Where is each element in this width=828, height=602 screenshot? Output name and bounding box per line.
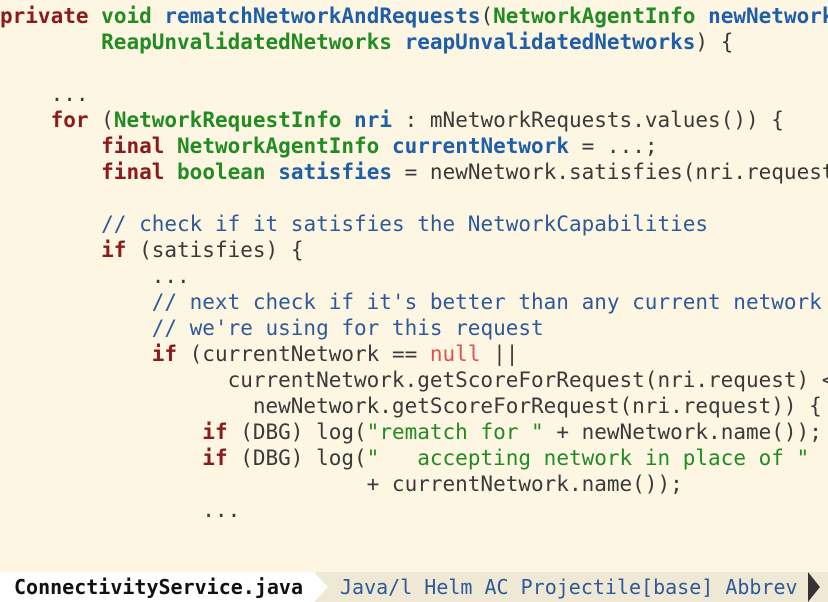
code-token: nri xyxy=(354,108,392,132)
code-token: ReapUnvalidatedNetworks xyxy=(101,30,392,54)
code-token: if xyxy=(151,342,178,366)
code-token: rematchNetworkAndRequests xyxy=(164,4,481,28)
code-token: NetworkAgentInfo xyxy=(177,134,380,158)
code-line[interactable]: ReapUnvalidatedNetworks reapUnvalidatedN… xyxy=(0,29,733,55)
code-line[interactable]: final NetworkAgentInfo currentNetwork = … xyxy=(0,133,658,159)
code-line[interactable]: // next check if it's better than any cu… xyxy=(0,289,822,315)
code-token: + newNetwork.name()); xyxy=(543,420,822,444)
code-token: (satisfies) { xyxy=(126,238,304,262)
code-token: ( xyxy=(480,4,494,28)
code-token: newNetwork xyxy=(708,4,828,28)
code-token: ... xyxy=(0,82,89,106)
code-token: (DBG) log( xyxy=(227,446,367,470)
code-line[interactable]: if (DBG) log(" accepting network in plac… xyxy=(0,445,809,471)
powerline-separator-icon xyxy=(314,572,328,602)
code-line[interactable]: final boolean satisfies = newNetwork.sat… xyxy=(0,159,828,185)
code-line[interactable]: ... xyxy=(0,263,190,289)
code-line[interactable]: if (currentNetwork == null || xyxy=(0,341,519,367)
code-token: " accepting network in place of " xyxy=(366,446,810,470)
code-token: if xyxy=(202,446,228,470)
code-token: ... xyxy=(0,264,190,288)
code-token: currentNetwork.getScoreForRequest(nri.re… xyxy=(0,368,828,392)
code-token: ... xyxy=(0,498,241,522)
code-line[interactable]: for (NetworkRequestInfo nri : mNetworkRe… xyxy=(0,107,784,133)
code-token: // we're using for this request xyxy=(151,316,544,340)
code-editor[interactable]: private void rematchNetworkAndRequests(N… xyxy=(0,0,828,570)
code-token: newNetwork.getScoreForRequest(nri.reques… xyxy=(0,394,822,418)
powerline-end-icon xyxy=(808,572,820,602)
code-token: if xyxy=(101,238,127,262)
code-line[interactable]: ... xyxy=(0,81,89,107)
code-line[interactable]: currentNetwork.getScoreForRequest(nri.re… xyxy=(0,367,828,393)
code-line[interactable]: + currentNetwork.name()); xyxy=(0,471,683,497)
code-line[interactable]: // we're using for this request xyxy=(0,315,544,341)
code-token: // next check if it's better than any cu… xyxy=(151,290,822,314)
code-token: || xyxy=(480,342,519,366)
code-line[interactable]: // check if it satisfies the NetworkCapa… xyxy=(0,211,708,237)
code-token: satisfies xyxy=(278,160,392,184)
code-token: reapUnvalidatedNetworks xyxy=(404,30,696,54)
code-token: NetworkRequestInfo xyxy=(113,108,342,132)
code-token: private xyxy=(0,4,89,28)
code-token: if xyxy=(202,420,228,444)
code-line[interactable]: if (satisfies) { xyxy=(0,237,303,263)
code-line[interactable]: newNetwork.getScoreForRequest(nri.reques… xyxy=(0,393,822,419)
code-token: null xyxy=(429,342,481,366)
code-token: final xyxy=(101,134,165,158)
buffer-filename[interactable]: ConnectivityService.java xyxy=(0,572,315,602)
code-line[interactable]: if (DBG) log("rematch for " + newNetwork… xyxy=(0,419,822,445)
code-line[interactable]: private void rematchNetworkAndRequests(N… xyxy=(0,3,828,29)
code-token: = ...; xyxy=(569,134,658,158)
code-token: ) { xyxy=(695,30,734,54)
code-token: void xyxy=(101,4,152,28)
mode-line: ConnectivityService.java Java/l Helm AC … xyxy=(0,572,828,602)
code-line[interactable]: ... xyxy=(0,497,240,523)
code-token: final xyxy=(101,160,165,184)
code-token: currentNetwork xyxy=(391,134,569,158)
code-token: ( xyxy=(88,108,114,132)
code-token: boolean xyxy=(177,160,266,184)
code-token: : mNetworkRequests.values()) { xyxy=(391,108,784,132)
code-token: = newNetwork.satisfies(nri.request); xyxy=(392,160,828,184)
code-token: + currentNetwork.name()); xyxy=(0,472,683,496)
code-token: (currentNetwork == xyxy=(177,342,430,366)
code-token: (DBG) log( xyxy=(227,420,367,444)
code-token: NetworkAgentInfo xyxy=(493,4,696,28)
code-token: "rematch for " xyxy=(366,420,544,444)
code-token: for xyxy=(50,108,89,132)
major-minor-modes[interactable]: Java/l Helm AC Projectile[base] Abbrev xyxy=(340,572,798,602)
code-token: // check if it satisfies the NetworkCapa… xyxy=(101,212,709,236)
